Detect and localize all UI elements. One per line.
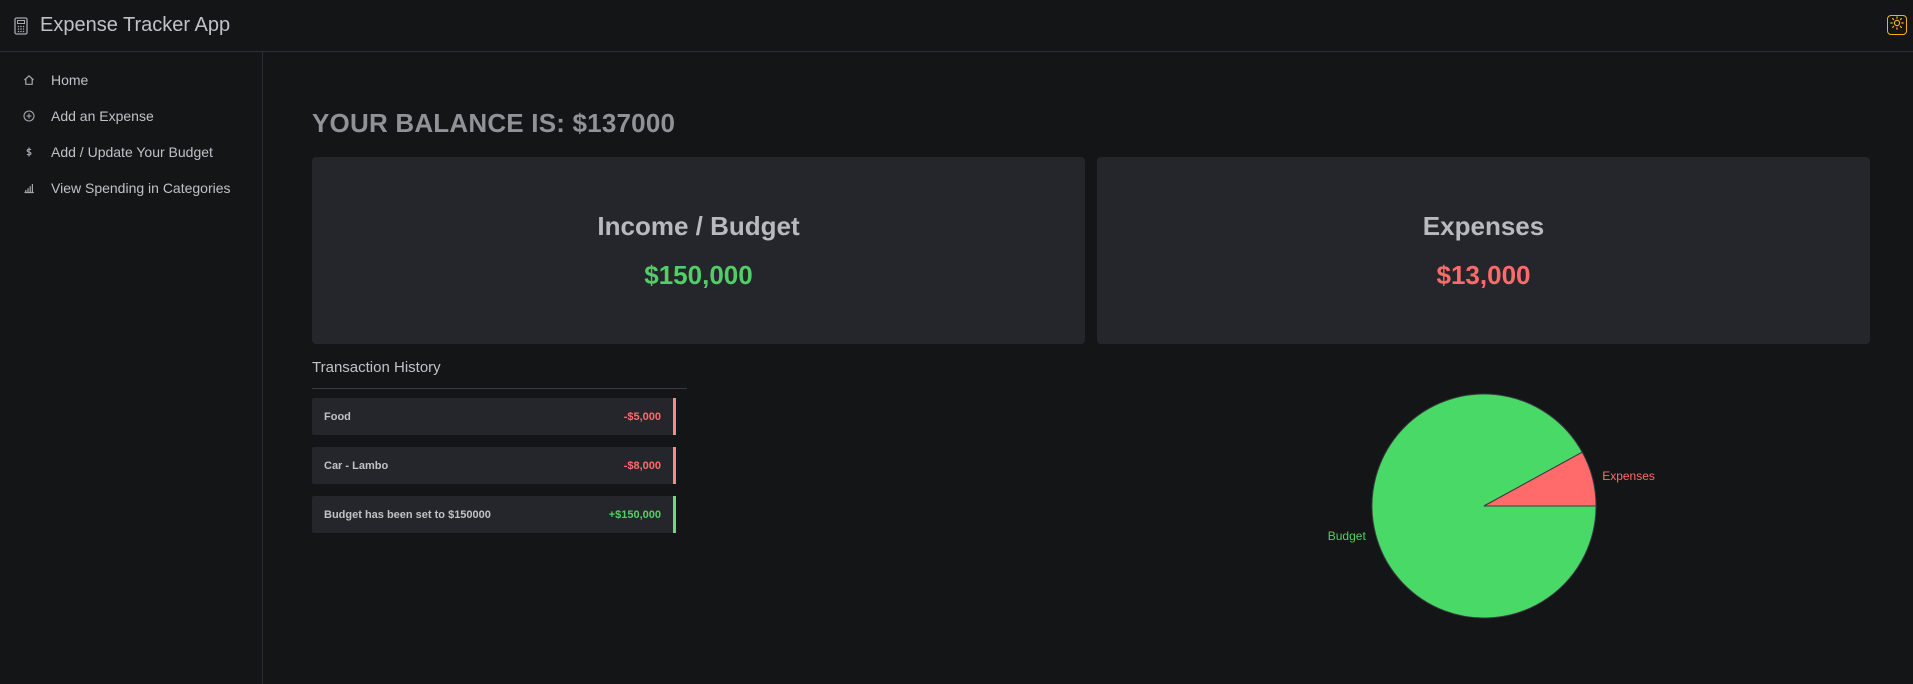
sidebar-item-label: Add an Expense	[51, 108, 154, 124]
sidebar-item-label: Home	[51, 72, 89, 88]
sidebar-item-categories[interactable]: View Spending in Categories	[0, 170, 262, 206]
sidebar-item-home[interactable]: Home	[0, 62, 262, 98]
sidebar-item-label: Add / Update Your Budget	[51, 144, 213, 160]
home-icon	[22, 73, 36, 87]
sidebar: Home Add an Expense Add / Update Your Bu…	[0, 52, 263, 684]
pie-label-expenses: Expenses	[1602, 469, 1655, 483]
budget-expenses-pie-chart: Budget Expenses	[1328, 393, 1655, 619]
top-bar: Expense Tracker App	[0, 0, 1913, 52]
calculator-icon	[14, 16, 30, 35]
bar-chart-icon	[22, 181, 36, 195]
app-title: Expense Tracker App	[40, 14, 231, 36]
sidebar-item-budget[interactable]: Add / Update Your Budget	[0, 134, 262, 170]
dollar-icon	[22, 145, 36, 159]
sidebar-item-add-expense[interactable]: Add an Expense	[0, 98, 262, 134]
sun-icon	[1890, 15, 1904, 35]
plus-circle-icon	[22, 109, 36, 123]
sidebar-item-label: View Spending in Categories	[51, 180, 231, 196]
theme-toggle-button[interactable]	[1887, 15, 1907, 35]
main-content: YOUR BALANCE IS: $137000 Income / Budget…	[312, 52, 1872, 684]
pie-label-budget: Budget	[1328, 529, 1367, 543]
